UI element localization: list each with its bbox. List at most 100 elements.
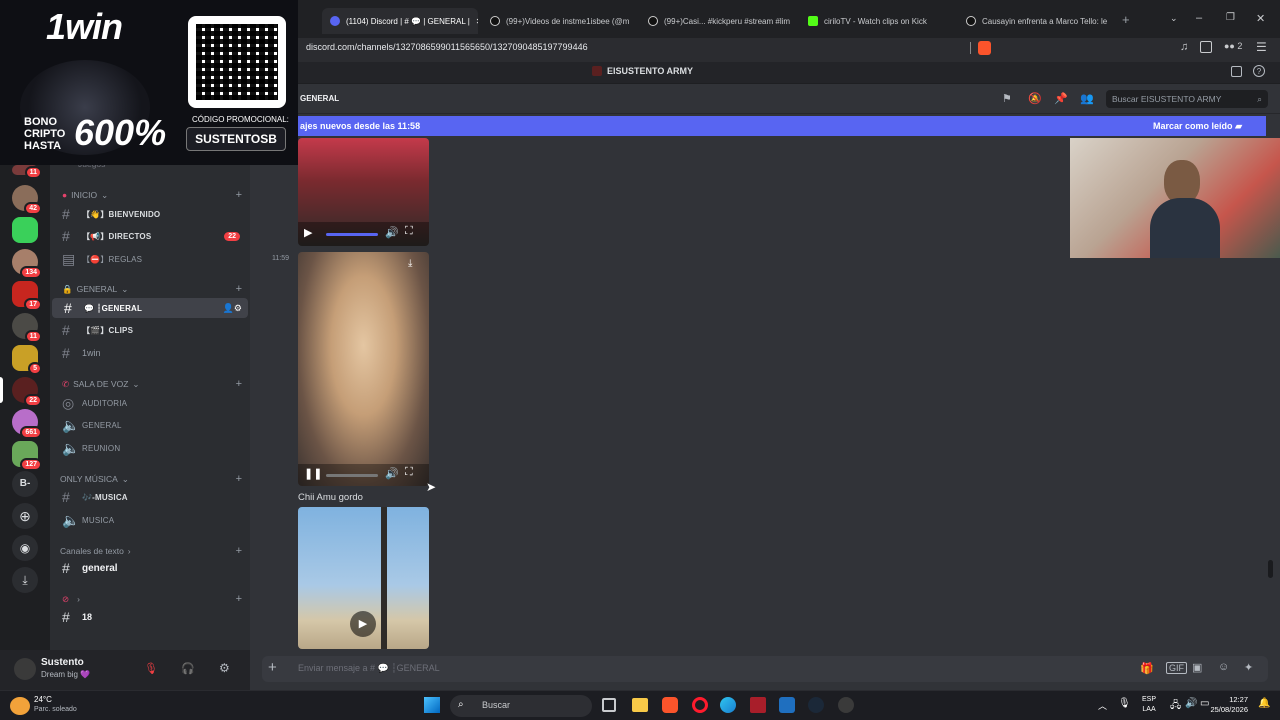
scrollbar-thumb[interactable]: [1268, 560, 1273, 578]
threads-icon[interactable]: ⚑: [1002, 92, 1012, 105]
voice-channel-musica[interactable]: 🔈 MUSICA: [50, 510, 250, 530]
add-server-button[interactable]: ⊕: [12, 503, 38, 529]
file-explorer-icon[interactable]: [632, 698, 648, 712]
tab-tiktok-3[interactable]: Causayin enfrenta a Marco Tello: le: [958, 8, 1114, 34]
category-nsfw[interactable]: ⊘ › +: [62, 593, 242, 605]
windows-start-icon[interactable]: [424, 697, 440, 713]
apps-icon[interactable]: ✦: [1244, 661, 1253, 674]
tray-chevron-icon[interactable]: ︿: [1098, 699, 1107, 712]
volume-slider[interactable]: [326, 474, 378, 477]
discover-icon[interactable]: ◉: [12, 535, 38, 561]
server-icon[interactable]: 17: [12, 281, 42, 311]
video-embed[interactable]: ▶: [298, 507, 429, 649]
new-tab-button[interactable]: +: [1122, 12, 1130, 27]
tab-discord[interactable]: (1104) Discord | # 💬 | GENERAL | ✕: [322, 8, 478, 34]
brave-shield-icon[interactable]: [978, 41, 991, 55]
menu-icon[interactable]: ☰: [1256, 40, 1267, 54]
task-view-icon[interactable]: [602, 698, 616, 712]
mic-icon[interactable]: 🎙: [1118, 698, 1131, 709]
edge-icon[interactable]: [720, 697, 736, 713]
server-icon[interactable]: 5: [12, 345, 42, 375]
maximize-button[interactable]: ❐: [1226, 12, 1235, 23]
store-icon[interactable]: [779, 697, 795, 713]
mute-mic-icon[interactable]: 🎙: [144, 662, 158, 675]
opera-icon[interactable]: [692, 697, 708, 713]
message-input[interactable]: + Enviar mensaje a # 💬 ┆GENERAL 🎁 GIF ▣ …: [262, 656, 1268, 682]
notifications-bell-icon[interactable]: 🔔: [1258, 698, 1270, 709]
download-icon[interactable]: ⤓: [408, 258, 412, 269]
steam-icon[interactable]: [808, 697, 824, 713]
server-icon[interactable]: 11: [12, 165, 42, 179]
channel-18[interactable]: #18: [50, 607, 250, 627]
server-icon[interactable]: 127: [12, 441, 42, 471]
clock[interactable]: 12:27 25/08/2026: [1206, 695, 1248, 715]
sidebar-icon[interactable]: [1200, 41, 1212, 53]
category-only-musica[interactable]: ONLY MÚSICA ⌄ +: [60, 473, 242, 485]
avatar[interactable]: [14, 658, 36, 680]
channel-reglas[interactable]: ▤ 【⛔】REGLAS: [50, 249, 250, 269]
headphones-icon[interactable]: 🎧: [181, 662, 195, 675]
channel-general-active[interactable]: # 💬 ┆GENERAL 👤⚙: [52, 298, 248, 318]
help-icon[interactable]: ?: [1253, 65, 1265, 77]
server-icon[interactable]: B-: [12, 471, 38, 497]
category-general[interactable]: 🔒 GENERAL ⌄ +: [62, 283, 242, 295]
fullscreen-icon[interactable]: ⛶: [405, 466, 413, 479]
tab-tiktok-1[interactable]: (99+)Videos de instme1isbee (@m: [482, 8, 632, 34]
tab-search-icon[interactable]: ⌄: [1170, 13, 1178, 24]
network-icon[interactable]: 🖧: [1170, 698, 1181, 715]
settings-gear-icon[interactable]: ⚙: [219, 661, 230, 675]
volume-icon[interactable]: 🔊: [385, 226, 399, 239]
volume-icon[interactable]: 🔊: [1185, 698, 1197, 709]
download-apps-icon[interactable]: ⤓: [12, 567, 38, 593]
tab-tiktok-2[interactable]: (99+)Casi... #kickperu #stream #lim: [640, 8, 796, 34]
fullscreen-icon[interactable]: ⛶: [405, 225, 413, 238]
volume-slider[interactable]: [326, 233, 378, 236]
inbox-icon[interactable]: [1231, 66, 1242, 77]
gif-icon[interactable]: GIF: [1166, 662, 1187, 674]
server-icon[interactable]: 22: [12, 377, 42, 407]
channel-musica[interactable]: # 🎶-MUSICA: [50, 487, 250, 507]
channel-1win[interactable]: #1win: [50, 343, 250, 363]
search-input[interactable]: Buscar EISUSTENTO ARMY ⌕: [1106, 90, 1268, 108]
language-indicator[interactable]: ESP LAA: [1142, 695, 1156, 715]
channel-general-text[interactable]: # general: [50, 558, 250, 578]
server-icon[interactable]: 134: [12, 249, 42, 279]
notifications-icon[interactable]: 🔕: [1028, 92, 1042, 105]
sticker-icon[interactable]: ▣: [1192, 661, 1202, 674]
extensions-icon[interactable]: ●● 2: [1224, 41, 1242, 51]
channel-directos[interactable]: # 【📢】DIRECTOS 22: [50, 226, 250, 246]
brave-browser-icon[interactable]: [662, 697, 678, 713]
server-icon[interactable]: [12, 217, 38, 243]
add-channel-icon[interactable]: +: [236, 473, 242, 485]
music-icon[interactable]: ♫: [1180, 41, 1188, 53]
add-channel-icon[interactable]: +: [236, 283, 242, 295]
channel-clips[interactable]: # 【🎬】CLIPS: [50, 320, 250, 340]
add-attachment-button[interactable]: +: [268, 659, 277, 676]
add-channel-icon[interactable]: +: [236, 593, 242, 605]
channel-bienvenido[interactable]: # 【👋】BIENVENIDO: [50, 204, 250, 224]
voice-channel-general[interactable]: 🔈 GENERAL: [50, 415, 250, 435]
category-canales-de-texto[interactable]: Canales de texto › +: [60, 545, 242, 557]
add-channel-icon[interactable]: +: [236, 189, 242, 201]
app-icon[interactable]: [838, 697, 854, 713]
voice-channel-auditoria[interactable]: ◎ AUDITORIA: [50, 393, 250, 413]
server-icon[interactable]: 11: [12, 313, 42, 343]
add-channel-icon[interactable]: +: [236, 545, 242, 557]
server-icon[interactable]: 661: [12, 409, 42, 439]
mark-as-read-button[interactable]: Marcar como leído ▰: [1153, 121, 1242, 132]
play-button[interactable]: ▶: [350, 611, 376, 637]
close-tab-icon[interactable]: ✕: [476, 17, 478, 26]
gift-icon[interactable]: 🎁: [1140, 662, 1154, 675]
play-icon[interactable]: ▶: [304, 226, 312, 239]
app-icon[interactable]: [750, 697, 766, 713]
video-embed[interactable]: ⤓ ❚❚ 🔊 ⛶: [298, 252, 429, 486]
pause-icon[interactable]: ❚❚: [304, 467, 322, 480]
voice-channel-reunion[interactable]: 🔈 REUNION: [50, 438, 250, 458]
add-channel-icon[interactable]: +: [236, 378, 242, 390]
category-sala-de-voz[interactable]: ✆ SALA DE VOZ ⌄ +: [62, 378, 242, 390]
pin-icon[interactable]: 📌: [1054, 92, 1068, 105]
video-embed[interactable]: ▶ 🔊 ⛶: [298, 138, 429, 246]
taskbar-search[interactable]: Buscar: [450, 695, 592, 717]
tab-kick[interactable]: ciriloTV - Watch clips on Kick: [800, 8, 956, 34]
emoji-icon[interactable]: ☺: [1218, 661, 1229, 673]
